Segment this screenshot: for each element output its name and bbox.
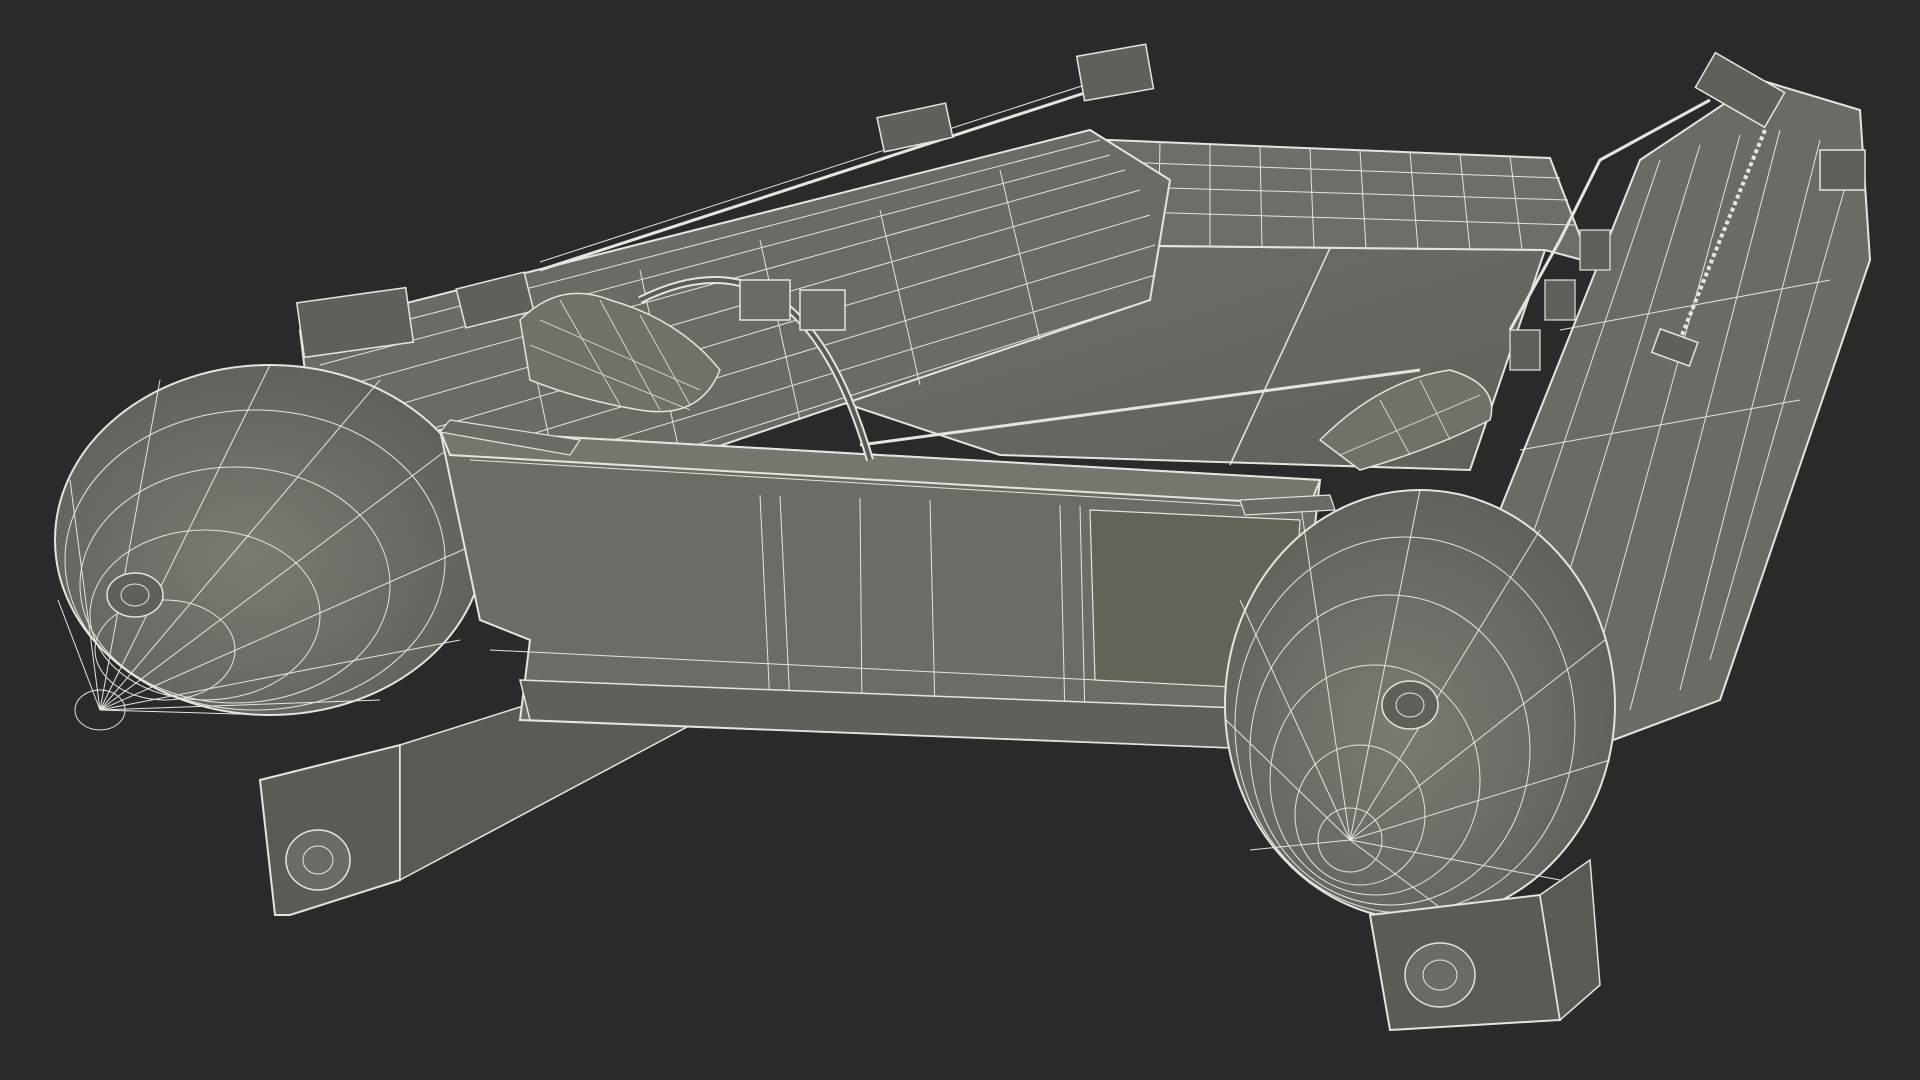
- right-tube-stern-cone: [1224, 489, 1616, 921]
- transom-panel: [438, 428, 1322, 752]
- left-tube-stern-cone: [54, 364, 486, 731]
- wireframe-boat-model: [54, 43, 1872, 1032]
- render-viewport: [0, 0, 1920, 1080]
